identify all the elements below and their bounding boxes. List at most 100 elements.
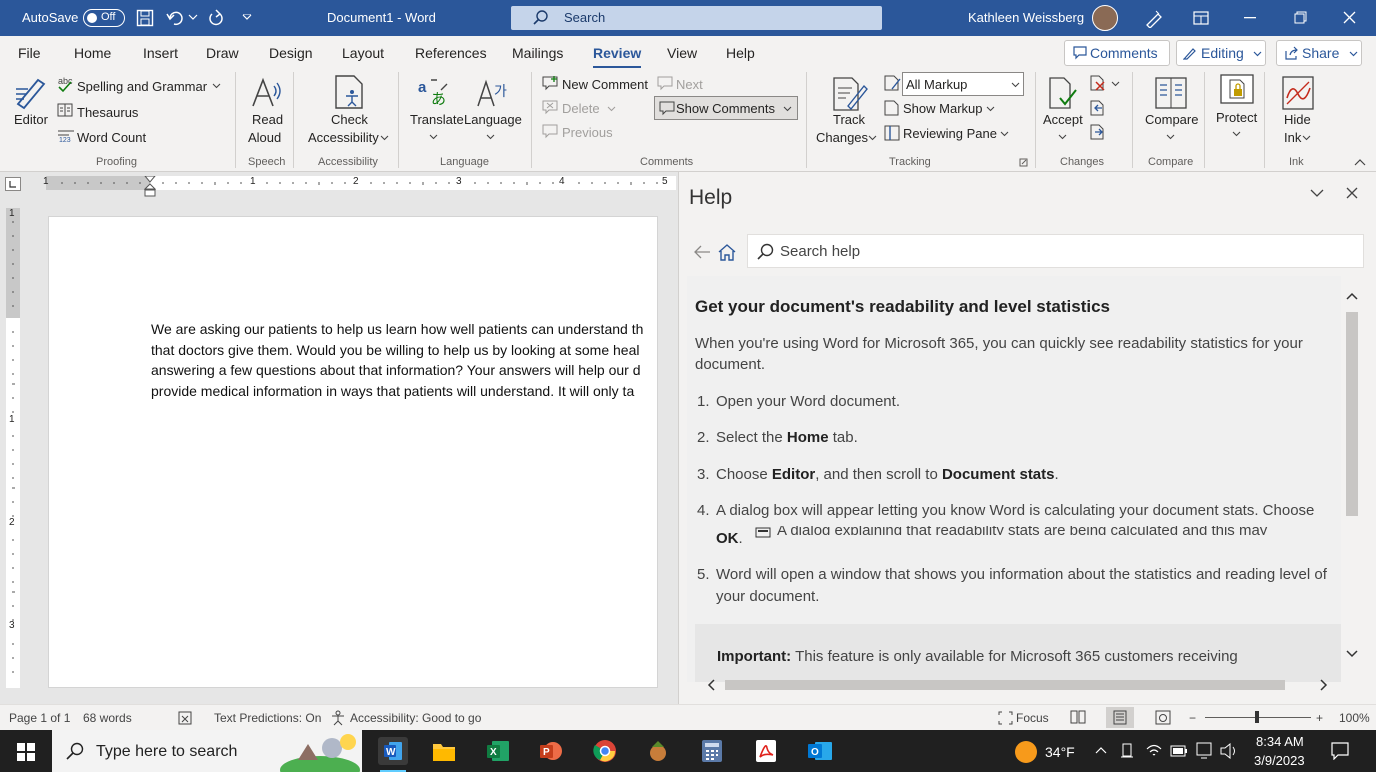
hide-ink-icon[interactable] <box>1282 76 1314 110</box>
tab-layout[interactable]: Layout <box>342 45 384 61</box>
page-count[interactable]: Page 1 of 1 <box>9 711 70 725</box>
chevron-down-icon[interactable] <box>1232 131 1241 137</box>
tab-help[interactable]: Help <box>726 45 755 61</box>
comments-button[interactable]: Comments <box>1064 40 1170 66</box>
print-layout-button[interactable] <box>1106 707 1134 728</box>
language-icon[interactable]: 가 <box>476 76 510 108</box>
scroll-up-icon[interactable] <box>1346 292 1358 300</box>
tab-view[interactable]: View <box>667 45 697 61</box>
tab-file[interactable]: File <box>18 45 41 61</box>
collapse-ribbon-icon[interactable] <box>1354 158 1366 166</box>
focus-button[interactable]: Focus <box>1016 711 1049 725</box>
excel-app-icon[interactable]: X <box>486 740 510 762</box>
track-changes-icon[interactable] <box>832 76 868 112</box>
accept-icon[interactable] <box>1048 76 1078 110</box>
vertical-scrollbar[interactable] <box>1343 276 1361 682</box>
zoom-in-button[interactable]: + <box>1316 711 1323 725</box>
taskbar-search[interactable]: Type here to search <box>52 730 362 772</box>
close-icon[interactable] <box>1343 11 1356 24</box>
thesaurus-button[interactable]: Thesaurus <box>77 105 138 120</box>
chevron-down-icon[interactable] <box>868 135 877 141</box>
designer-pen-icon[interactable] <box>1144 8 1164 28</box>
chevron-down-icon[interactable] <box>607 106 616 112</box>
zoom-slider-thumb[interactable] <box>1255 711 1259 723</box>
reject-icon[interactable] <box>1090 75 1106 91</box>
chevron-down-icon[interactable] <box>212 83 221 89</box>
show-markup-button[interactable]: Show Markup <box>903 101 982 116</box>
read-aloud-label-1[interactable]: Read <box>252 112 283 127</box>
file-explorer-icon[interactable] <box>432 740 456 762</box>
track-changes-label-1[interactable]: Track <box>833 112 865 127</box>
tab-insert[interactable]: Insert <box>143 45 178 61</box>
device-icon[interactable] <box>1120 743 1134 759</box>
pane-options-icon[interactable] <box>1310 189 1324 198</box>
windows-start-icon[interactable] <box>17 743 35 761</box>
chrome-app-icon[interactable] <box>593 739 617 763</box>
editor-button[interactable]: Editor <box>14 112 48 127</box>
markup-dropdown[interactable]: All Markup <box>902 72 1024 96</box>
text-predictions-status[interactable]: Text Predictions: On <box>214 711 321 725</box>
autosave-toggle[interactable]: Off <box>83 9 125 27</box>
chevron-down-icon[interactable] <box>1302 135 1311 141</box>
read-aloud-icon[interactable] <box>250 76 284 110</box>
calculator-app-icon[interactable] <box>701 739 723 763</box>
chevron-down-icon[interactable] <box>1166 134 1175 140</box>
check-accessibility-label-2[interactable]: Accessibility <box>308 130 379 145</box>
volume-icon[interactable] <box>1220 743 1238 759</box>
horizontal-ruler[interactable]: 1 1 2 3 4 5 <box>43 176 676 197</box>
hide-ink-label-1[interactable]: Hide <box>1284 112 1311 127</box>
check-accessibility-label-1[interactable]: Check <box>331 112 368 127</box>
app-icon[interactable] <box>646 739 670 763</box>
tab-selector[interactable] <box>5 177 21 191</box>
tab-references[interactable]: References <box>415 45 487 61</box>
clock-time[interactable]: 8:34 AM <box>1256 734 1304 749</box>
avatar[interactable] <box>1092 5 1118 31</box>
network-icon[interactable] <box>1196 742 1212 759</box>
tab-mailings[interactable]: Mailings <box>512 45 563 61</box>
delete-comment-button[interactable]: Delete <box>562 101 600 116</box>
translate-icon[interactable]: aあ <box>417 76 451 108</box>
editor-icon[interactable] <box>14 74 48 110</box>
acrobat-app-icon[interactable] <box>754 739 778 763</box>
accessibility-status[interactable]: Accessibility: Good to go <box>350 711 481 725</box>
share-button[interactable]: Share <box>1276 40 1362 66</box>
close-pane-icon[interactable] <box>1346 187 1358 199</box>
powerpoint-app-icon[interactable]: P <box>539 740 563 762</box>
scroll-left-icon[interactable] <box>707 679 716 691</box>
document-page[interactable]: We are asking our patients to help us le… <box>48 216 658 688</box>
chevron-down-icon[interactable] <box>986 106 995 112</box>
check-accessibility-icon[interactable] <box>334 74 366 110</box>
zoom-level[interactable]: 100% <box>1339 711 1370 725</box>
scroll-down-icon[interactable] <box>1346 650 1358 658</box>
weather-temp[interactable]: 34°F <box>1045 744 1075 760</box>
battery-icon[interactable] <box>1170 745 1188 757</box>
web-layout-icon[interactable] <box>1155 710 1171 725</box>
dialog-launcher-icon[interactable] <box>1019 158 1028 167</box>
outlook-app-icon[interactable]: O <box>807 739 833 763</box>
show-comments-button[interactable]: Show Comments <box>654 96 798 120</box>
word-count-button[interactable]: Word Count <box>77 130 146 145</box>
chevron-down-icon[interactable] <box>1058 134 1067 140</box>
wifi-icon[interactable] <box>1146 743 1162 759</box>
scroll-thumb[interactable] <box>725 680 1285 690</box>
indent-marker[interactable] <box>144 176 156 198</box>
proofing-status-icon[interactable] <box>178 711 193 725</box>
chevron-down-icon[interactable] <box>429 134 438 140</box>
accept-button[interactable]: Accept <box>1043 112 1083 127</box>
protect-icon[interactable] <box>1220 74 1254 104</box>
translate-button[interactable]: Translate <box>410 112 464 127</box>
previous-comment-button[interactable]: Previous <box>562 125 613 140</box>
search-box[interactable]: Search <box>511 6 882 30</box>
word-taskbar-button[interactable]: W <box>378 737 408 765</box>
home-icon[interactable] <box>718 244 736 261</box>
chevron-down-icon[interactable] <box>1000 131 1009 137</box>
next-comment-button[interactable]: Next <box>676 77 703 92</box>
compare-button[interactable]: Compare <box>1145 112 1198 127</box>
track-changes-label-2[interactable]: Changes <box>816 130 868 145</box>
help-search-input[interactable]: Search help <box>747 234 1364 268</box>
chevron-up-icon[interactable] <box>1095 746 1107 754</box>
undo-icon[interactable] <box>166 9 186 27</box>
customize-qat-icon[interactable] <box>242 14 252 22</box>
previous-change-icon[interactable] <box>1090 100 1106 116</box>
protect-button[interactable]: Protect <box>1216 110 1257 125</box>
